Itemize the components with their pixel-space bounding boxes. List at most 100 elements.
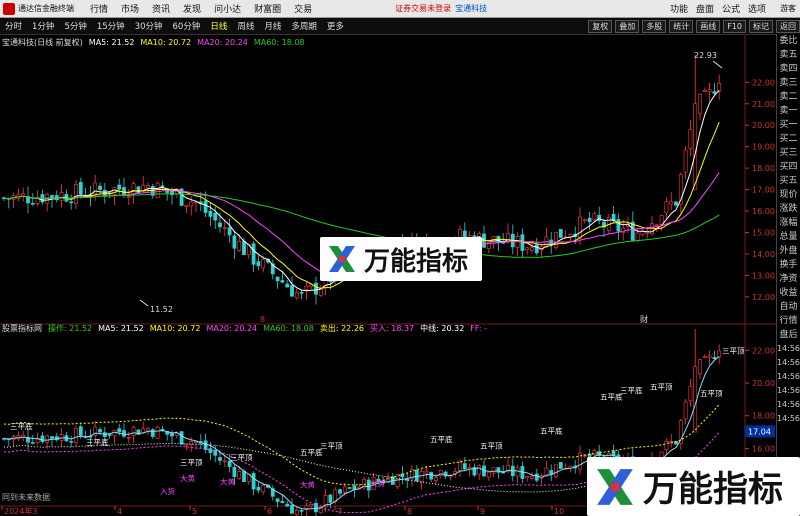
side-panel-item[interactable]: 卖三 [777,76,800,90]
sub-candle [414,470,419,482]
sub-candle [702,356,707,358]
price-axis-label: 18.00 [752,164,775,173]
f10-button[interactable]: F10 [723,19,746,33]
sub-candle [429,472,434,480]
price-axis-label: 19.00 [752,143,775,152]
menu-item-quotes[interactable]: 行情 [90,2,108,15]
side-panel-item[interactable]: 现价 [777,188,800,202]
menu-item-formula[interactable]: 公式 [722,2,740,15]
main-candle [69,201,74,204]
side-panel-item[interactable]: 换手 [777,258,800,272]
main-candle [290,285,294,297]
signal-label: 三平顶 [722,347,745,356]
price-axis-label: 22.00 [752,78,775,87]
side-panel-item[interactable]: 14:56 [777,370,800,384]
menu-item-ask[interactable]: 问小达 [214,2,241,15]
signal-label: 三平底 [86,437,109,447]
main-candle [30,202,35,205]
period-tab-5min[interactable]: 5分钟 [59,20,91,32]
main-candle [232,235,237,249]
sub-price-axis-label: 18.00 [752,412,775,421]
side-panel-item[interactable]: 总量 [777,230,800,244]
sub-price-axis-label: 20.00 [752,379,775,388]
sub-candle [558,462,563,469]
time-axis-label: 7 [337,507,342,516]
side-panel-item[interactable]: 涨幅 [777,216,800,230]
period-tab-daily[interactable]: 日线 [205,20,232,32]
main-candle [280,280,285,283]
side-panel-item[interactable]: 自动 [777,300,800,314]
side-panel-item[interactable]: 卖四 [777,62,800,76]
sub-candle [530,476,534,479]
main-candle [126,196,131,198]
sub-candle [30,442,35,444]
sub-candle [280,501,285,503]
period-tab-more[interactable]: 更多 [322,20,349,32]
sub-candle [261,485,266,493]
side-panel-item[interactable]: 净资 [777,272,800,286]
sub-legend-title: 股票指标网 [2,323,42,333]
period-tab-30min[interactable]: 30分钟 [130,20,168,32]
sub-candle [304,505,309,509]
period-tab-1min[interactable]: 1分钟 [27,20,59,32]
main-candle [712,91,717,94]
draw-line-button[interactable]: 画线 [696,19,721,33]
side-panel-item[interactable]: 买一 [777,118,800,132]
menu-item-board[interactable]: 盘面 [696,2,714,15]
side-panel-item[interactable]: 14:56 [777,412,800,426]
period-tab-15min[interactable]: 15分钟 [92,20,130,32]
side-panel-item[interactable]: 盘后 [777,328,800,342]
side-panel-item[interactable]: 14:56 [777,356,800,370]
sub-candle [434,477,438,481]
back-button[interactable]: 返回 [776,19,800,33]
sub-candle [102,432,107,437]
sub-candle [534,473,539,481]
sub-candle [294,510,299,515]
guest-label[interactable]: 游客 [780,3,796,14]
side-panel-item[interactable]: 买四 [777,160,800,174]
side-panel-item[interactable]: 买三 [777,146,800,160]
mark-button[interactable]: 标记 [749,19,773,33]
sub-candle [424,470,429,474]
side-panel-item[interactable]: 买五 [777,174,800,188]
menu-item-news[interactable]: 资讯 [152,2,170,15]
overlay-button[interactable]: 叠加 [615,19,640,33]
side-panel-item[interactable]: 卖一 [777,104,800,118]
menu-item-function[interactable]: 功能 [670,2,688,15]
side-panel-item[interactable]: 行情 [777,314,800,328]
sub-candle [45,435,50,443]
side-panel-item[interactable]: 14:56 [777,384,800,398]
main-candle [669,201,674,205]
main-candle [530,247,534,251]
side-panel-item[interactable]: 买二 [777,132,800,146]
main-candle [78,182,83,195]
sub-price-axis-label: 16.00 [752,444,775,453]
period-tab-monthly[interactable]: 月线 [259,20,286,32]
sub-candle [712,357,717,360]
side-panel-item[interactable]: 收益 [777,286,800,300]
side-panel-item[interactable]: 14:56 [777,342,800,356]
multi-stock-button[interactable]: 多股 [642,19,667,33]
side-panel-item[interactable]: 卖二 [777,90,800,104]
signal-label: 五平顶 [650,383,673,392]
menu-item-market[interactable]: 市场 [121,2,139,15]
menu-item-wealth[interactable]: 财富圈 [254,2,281,15]
period-tab-60min[interactable]: 60分钟 [168,20,206,32]
main-candle [698,94,702,114]
stats-button[interactable]: 统计 [669,19,694,33]
side-panel-item[interactable]: 委比 [777,34,800,48]
sub-price-axis-label: 22.00 [752,346,775,355]
adjust-button[interactable]: 复权 [588,19,613,33]
menu-item-options[interactable]: 选项 [748,2,766,15]
side-panel-item[interactable]: 外盘 [777,244,800,258]
side-panel-item[interactable]: 涨跌 [777,202,800,216]
menu-item-discover[interactable]: 发现 [183,2,201,15]
period-tab-intraday[interactable]: 分时 [0,20,27,32]
period-tab-multi[interactable]: 多周期 [286,20,322,32]
menu-item-trade[interactable]: 交易 [294,2,312,15]
login-notice[interactable]: 证券交易未登录 [395,3,451,14]
side-panel-item[interactable]: 卖五 [777,48,800,62]
low-price-pointer [139,299,149,307]
side-panel-item[interactable]: 14:56 [777,398,800,412]
period-tab-weekly[interactable]: 周线 [232,20,259,32]
